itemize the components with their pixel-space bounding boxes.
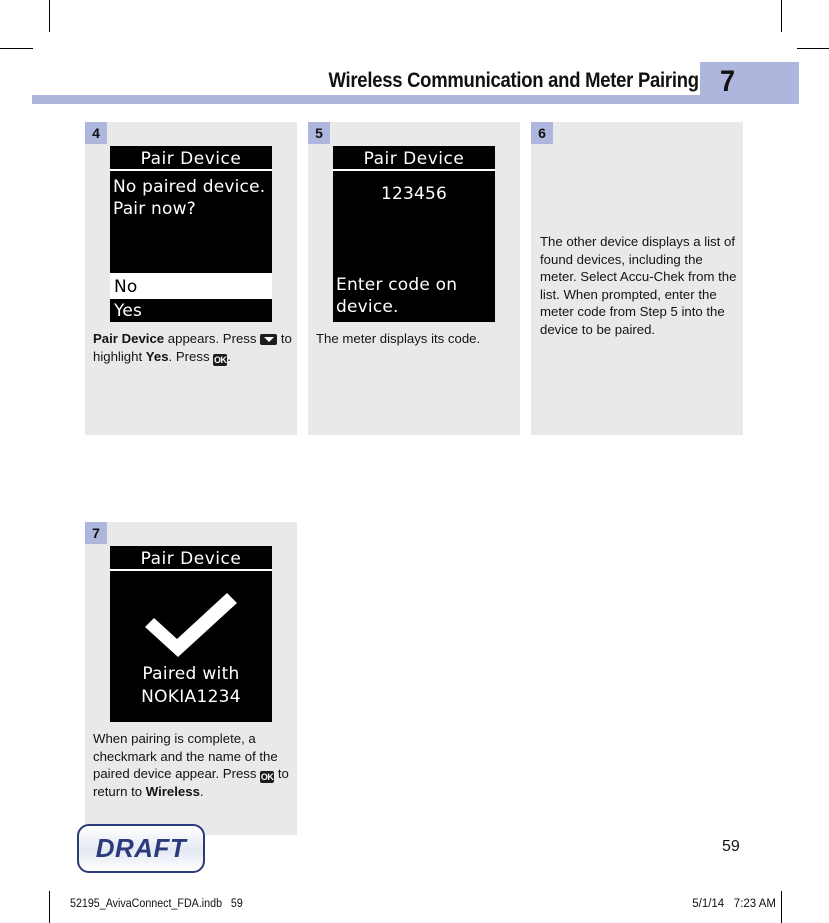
page-title: Wireless Communication and Meter Pairing [328, 69, 700, 92]
checkmark-icon [110, 571, 272, 663]
meter-screen-step-5: Pair Device 123456 Enter code on device. [333, 146, 495, 322]
lcd-body-line: Pair now? [113, 199, 196, 219]
step-number-badge: 6 [531, 122, 553, 144]
lcd-paired-line: Paired with [142, 664, 240, 684]
lcd-paired-device-name: NOKIA1234 [141, 687, 241, 707]
chapter-number: 7 [720, 65, 736, 98]
lcd-body-line: device. [336, 297, 399, 317]
draft-stamp-label: DRAFT [95, 833, 187, 863]
lcd-body-text: No paired device. Pair now? [110, 171, 272, 272]
lcd-title: Pair Device [140, 549, 242, 569]
page-number: 59 [722, 838, 740, 855]
caption-text: The other device displays a list of foun… [540, 234, 737, 337]
caption-text: appears. Press [164, 331, 261, 346]
crop-mark-top-left-horizontal [0, 48, 33, 49]
print-footer-timestamp: 5/1/14 7:23 AM [692, 898, 776, 910]
lcd-title: Pair Device [363, 149, 465, 169]
caption-bold-pair-device: Pair Device [93, 331, 165, 346]
header-rule [32, 95, 799, 104]
caption-text: The meter displays its code. [316, 331, 481, 346]
caption-text: . Press [168, 348, 214, 364]
crop-mark-top-right-horizontal [797, 48, 829, 49]
caption-text: . [227, 348, 231, 364]
caption-bold-wireless: Wireless [145, 784, 200, 799]
step-number-badge: 7 [85, 522, 107, 544]
lcd-paired-caption: Paired with NOKIA1234 [110, 663, 272, 709]
crop-mark-bottom-right-vertical [781, 891, 782, 923]
step-panel-7: 7 Pair Device Paired with NOKIA1234 When… [85, 522, 297, 835]
step-caption-6: The other device displays a list of foun… [540, 233, 738, 338]
lcd-option-no[interactable]: No [110, 275, 272, 299]
down-arrow-key-icon [260, 334, 278, 345]
step-number-badge: 5 [308, 122, 330, 144]
lcd-body-text: Enter code on device. [333, 269, 495, 318]
crop-mark-bottom-left-vertical [49, 891, 50, 923]
crop-mark-top-right-vertical [781, 0, 782, 32]
step-panel-4: 4 Pair Device No paired device. Pair now… [85, 122, 297, 435]
print-footer-filename: 52195_AvivaConnect_FDA.indb 59 [70, 898, 243, 910]
step-caption-7: When pairing is complete, a checkmark an… [93, 730, 293, 801]
caption-text: . [199, 784, 204, 799]
lcd-body-line: No paired device. [113, 177, 266, 197]
step-panel-5: 5 Pair Device 123456 Enter code on devic… [308, 122, 520, 435]
step-number-badge: 4 [85, 122, 107, 144]
step-caption-5: The meter displays its code. [316, 330, 516, 348]
step-caption-4: Pair Device appears. Press to highlight … [93, 330, 293, 366]
ok-key-icon: OK [213, 353, 228, 366]
lcd-title: Pair Device [140, 149, 242, 169]
step-panel-6: 6 The other device displays a list of fo… [531, 122, 743, 435]
caption-text: When pairing is complete, a checkmark an… [93, 731, 278, 781]
meter-screen-step-7: Pair Device Paired with NOKIA1234 [110, 546, 272, 722]
caption-bold-yes: Yes [145, 348, 169, 364]
lcd-option-yes[interactable]: Yes [110, 299, 272, 322]
draft-stamp: DRAFT [77, 824, 205, 873]
lcd-body-line: Enter code on [336, 275, 458, 295]
meter-screen-step-4: Pair Device No paired device. Pair now? … [110, 146, 272, 322]
crop-mark-top-left-vertical [49, 0, 50, 32]
lcd-pairing-code: 123456 [380, 184, 448, 204]
ok-key-icon: OK [260, 771, 275, 783]
